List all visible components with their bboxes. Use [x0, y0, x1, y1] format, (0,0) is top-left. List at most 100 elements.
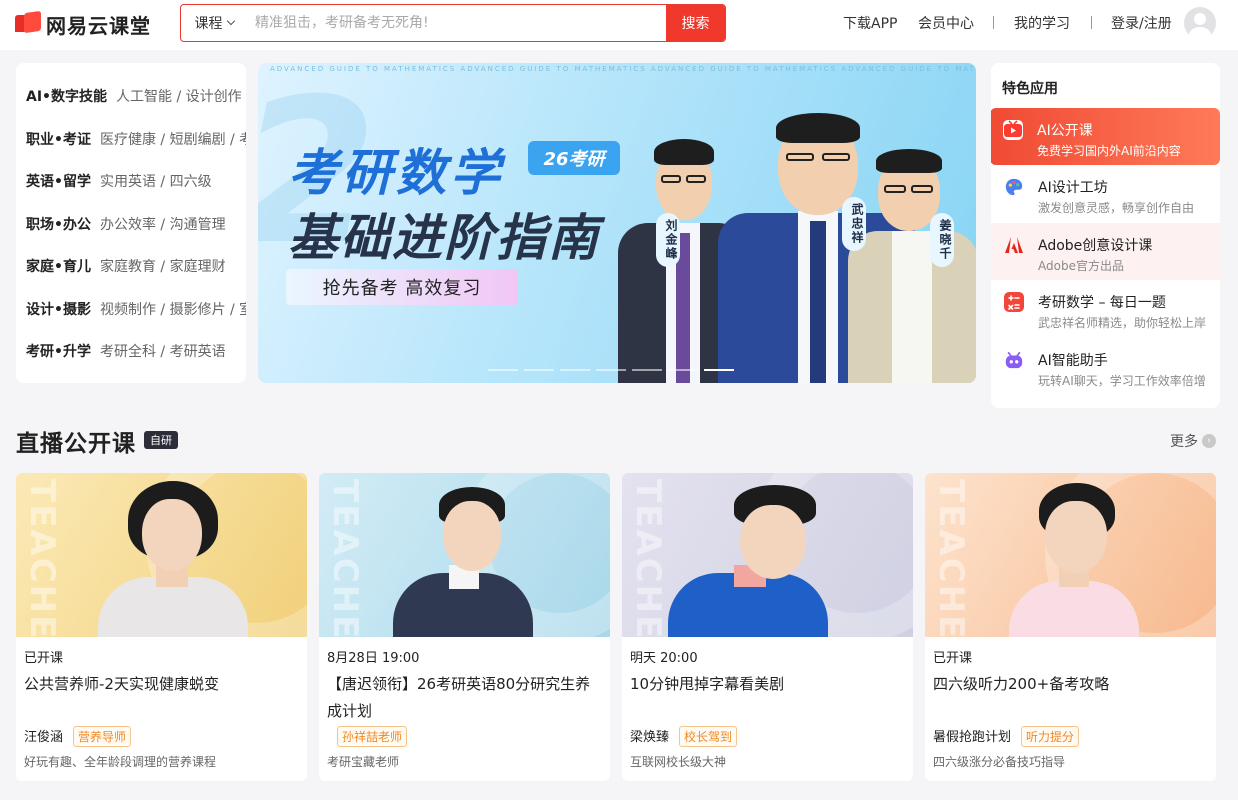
banner-title-line2: 基础进阶指南 [288, 209, 600, 267]
nav-member-label: 会员中心 [918, 16, 974, 32]
category-name: 英语•留学 [26, 174, 91, 191]
palette-icon [1004, 177, 1024, 197]
nav-my-learning[interactable]: 我的学习 [1014, 0, 1070, 46]
featured-apps-title: 特色应用 [1002, 81, 1058, 97]
nav-login-label: 登录/注册 [1111, 16, 1172, 32]
course-teacher: 梁焕臻 校长驾到 [630, 726, 738, 747]
calculator-icon [1004, 292, 1024, 312]
banner-tagline: 抢先备考 高效复习 [286, 269, 518, 305]
live-course-card[interactable]: TEACHER 已开课 公共营养师-2天实现健康蜕变 汪俊涵 营养导师 好玩有趣、… [16, 473, 307, 781]
app-item-ai-design[interactable]: AI设计工坊 激发创意灵感，畅享创作自由 [991, 165, 1220, 222]
category-item[interactable]: AI•数字技能 人工智能 / 设计创作 [16, 75, 246, 118]
course-time: 已开课 [933, 651, 973, 666]
search-bar: 课程 搜索 [180, 4, 726, 42]
category-item[interactable]: 职业•考证 医疗健康 / 短剧编剧 / 考 [16, 118, 246, 161]
live-section-title: 直播公开课 [16, 431, 136, 457]
course-desc: 互联网校长级大神 [630, 755, 727, 769]
user-avatar-icon[interactable] [1184, 7, 1216, 39]
app-desc: 武忠祥名师精选，助你轻松上岸 [1038, 316, 1207, 330]
category-name: 职业•考证 [26, 131, 91, 148]
category-subitems: 视频制作 / 摄影修片 / 室 [99, 301, 246, 318]
search-input[interactable] [247, 5, 666, 41]
live-course-card[interactable]: TEACHER 明天 20:00 10分钟甩掉字幕看美剧 梁焕臻 校长驾到 互联网… [622, 473, 913, 781]
app-item-adobe[interactable]: Adobe创意设计课 Adobe官方出品 [991, 223, 1220, 280]
nav-download-label: 下载APP [843, 16, 898, 32]
app-name: AI公开课 [1037, 123, 1093, 139]
nav-download-app[interactable]: 下载APP [843, 0, 897, 46]
app-name: Adobe创意设计课 [1038, 238, 1153, 254]
search-category-label: 课程 [194, 16, 223, 32]
teacher-name-tag: 刘金峰 [656, 213, 680, 267]
course-desc: 好玩有趣、全年龄段调理的营养课程 [24, 755, 217, 769]
teacher-name: 梁焕臻 [630, 730, 670, 745]
carousel-dot[interactable] [668, 369, 698, 371]
banner-title-line1: 考研数学 [288, 144, 504, 202]
thumbnail-watermark: TEACHER [931, 479, 971, 637]
carousel-dot[interactable] [524, 369, 554, 371]
app-desc: 玩转AI聊天，学习工作效率倍增 [1038, 374, 1206, 388]
app-item-math-daily[interactable]: 考研数学 – 每日一题 武忠祥名师精选，助你轻松上岸 [991, 280, 1220, 337]
teacher-name: 暑假抢跑计划 [933, 730, 1012, 745]
course-desc: 考研宝藏老师 [327, 755, 400, 769]
more-link[interactable]: 更多 › [1170, 431, 1216, 451]
carousel-dot-active[interactable] [704, 369, 734, 371]
live-course-card[interactable]: TEACHER 8月28日 19:00 【唐迟领衔】26考研英语80分研究生养成… [319, 473, 610, 781]
course-time: 已开课 [24, 651, 64, 666]
nav-my-learning-label: 我的学习 [1014, 16, 1070, 32]
carousel-dot[interactable] [560, 369, 590, 371]
thumbnail-watermark: TEACHER [325, 479, 365, 637]
live-course-card[interactable]: TEACHER 已开课 四六级听力200+备考攻略 暑假抢跑计划 听力提分 四六级… [925, 473, 1216, 781]
thumbnail-watermark: TEACHER [628, 479, 668, 637]
course-desc: 四六级涨分必备技巧指导 [933, 755, 1066, 769]
top-header: 网易云课堂 课程 搜索 下载APP 会员中心 我的学习 登录/注册 [0, 0, 1238, 50]
play-icon [1003, 120, 1023, 140]
category-name: 考研•升学 [26, 344, 91, 361]
course-title: 公共营养师-2天实现健康蜕变 [24, 675, 219, 693]
category-name: AI•数字技能 [26, 89, 107, 106]
course-thumbnail: TEACHER [319, 473, 610, 637]
course-thumbnail: TEACHER [16, 473, 307, 637]
site-logo[interactable]: 网易云课堂 [15, 9, 151, 39]
chevron-right-icon: › [1202, 434, 1216, 448]
course-teacher: 孙祥喆老师 [327, 726, 408, 747]
category-item[interactable]: 考研•升学 考研全科 / 考研英语 [16, 330, 246, 373]
category-subitems: 考研全科 / 考研英语 [99, 344, 226, 361]
carousel-dot[interactable] [488, 369, 518, 371]
teacher-name: 汪俊涵 [24, 730, 64, 745]
logo-mark-icon [15, 10, 42, 36]
course-title: 【唐迟领衔】26考研英语80分研究生养成计划 [327, 675, 591, 720]
banner-teacher-photo [848, 113, 976, 383]
category-subitems: 办公效率 / 沟通管理 [99, 216, 226, 233]
app-item-ai-open-course[interactable]: AI公开课 免费学习国内外AI前沿内容 [991, 108, 1220, 165]
banner-badge: 26考研 [528, 141, 620, 175]
app-desc: 免费学习国内外AI前沿内容 [1037, 144, 1181, 158]
teacher-tag: 营养导师 [73, 726, 132, 747]
nav-divider [993, 16, 994, 29]
self-produced-badge: 自研 [144, 431, 178, 449]
category-subitems: 实用英语 / 四六级 [99, 174, 212, 191]
category-name: 设计•摄影 [26, 301, 91, 318]
category-item[interactable]: 家庭•育儿 家庭教育 / 家庭理财 [16, 245, 246, 288]
featured-apps-panel: 特色应用 AI公开课 免费学习国内外AI前沿内容 AI设计工坊 激发创意灵感，畅… [991, 63, 1220, 408]
carousel-dot[interactable] [596, 369, 626, 371]
app-desc: 激发创意灵感，畅享创作自由 [1038, 201, 1195, 215]
search-button[interactable]: 搜索 [666, 5, 725, 41]
app-item-ai-assistant[interactable]: AI智能助手 玩转AI聊天，学习工作效率倍增 [991, 338, 1220, 395]
teacher-name-tag: 武忠祥 [842, 197, 866, 251]
teacher-name-tag: 姜晓千 [930, 213, 954, 267]
robot-icon [1004, 350, 1024, 370]
nav-member-center[interactable]: 会员中心 [918, 0, 974, 46]
course-title: 10分钟甩掉字幕看美剧 [630, 675, 785, 693]
course-time: 8月28日 19:00 [327, 651, 420, 666]
category-item[interactable]: 设计•摄影 视频制作 / 摄影修片 / 室 [16, 288, 246, 331]
category-item[interactable]: 英语•留学 实用英语 / 四六级 [16, 160, 246, 203]
carousel-dot[interactable] [632, 369, 662, 371]
category-subitems: 人工智能 / 设计创作 [116, 89, 242, 106]
category-item[interactable]: 职场•办公 办公效率 / 沟通管理 [16, 203, 246, 246]
search-category-select[interactable]: 课程 [181, 5, 247, 41]
nav-login[interactable]: 登录/注册 [1111, 0, 1172, 46]
category-name: 家庭•育儿 [26, 259, 91, 276]
course-time: 明天 20:00 [630, 651, 698, 666]
course-teacher: 汪俊涵 营养导师 [24, 726, 132, 747]
hero-banner[interactable]: ADVANCED GUIDE TO MATHEMATICS ADVANCED G… [258, 63, 976, 383]
